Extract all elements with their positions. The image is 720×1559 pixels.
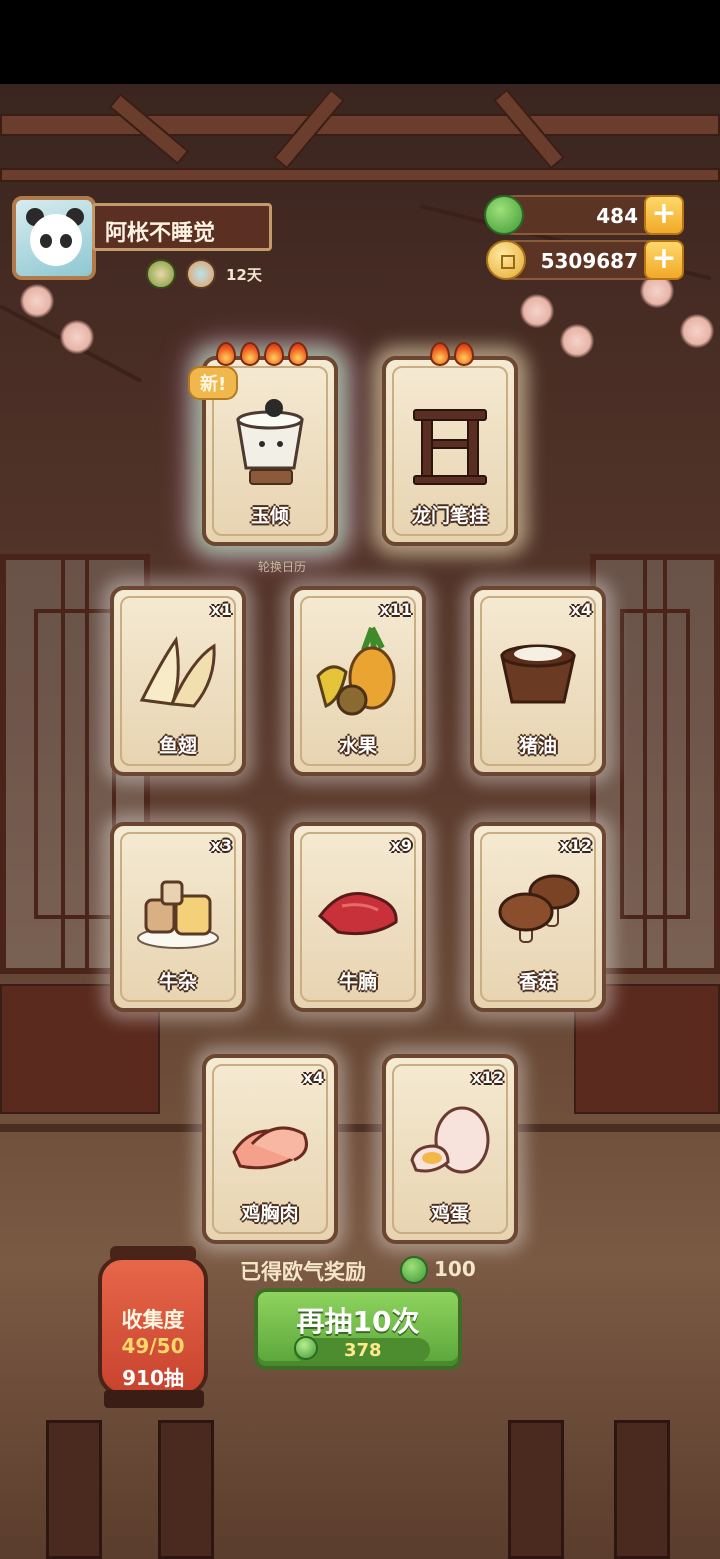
fence-post (46, 1420, 102, 1559)
card-name: 水果 (338, 735, 377, 757)
card-name: 牛腩 (338, 971, 377, 993)
coin-amount: 5309687 (540, 249, 638, 273)
brush-rack-icon (413, 409, 487, 485)
item-count: x4 (570, 600, 592, 619)
streak-days: 12天 (226, 266, 262, 284)
lard-bowl-icon (500, 644, 576, 704)
luck-reward-value: 100 (434, 1257, 476, 1281)
card-name: 鱼翅 (158, 735, 197, 757)
jade-icon (400, 1256, 428, 1284)
rarity-flames (430, 342, 478, 371)
pet-icon[interactable] (146, 259, 176, 289)
item-count: x9 (390, 836, 412, 855)
blossom (680, 314, 714, 348)
total-draws: 910抽 (122, 1366, 184, 1390)
item-count: x12 (471, 1068, 504, 1087)
beef-offal-icon (137, 880, 219, 949)
luck-reward-label: 已得欧气奖励 (240, 1260, 366, 1284)
fence-post (508, 1420, 564, 1559)
featured-card-yuqing[interactable]: 新! 玉倾 (188, 342, 338, 546)
roof-beam (0, 114, 720, 136)
add-jade-button[interactable]: + (644, 195, 684, 235)
rotation-calendar-label: 轮换日历 (258, 560, 307, 574)
blossom (520, 294, 554, 328)
item-card-lard[interactable]: x4 猪油 (470, 586, 606, 776)
avatar-eye (60, 234, 72, 248)
item-card-shiitake[interactable]: x12 香菇 (470, 822, 606, 1012)
jade-amount: 484 (596, 204, 638, 228)
collection-progress: 49/50 (121, 1334, 185, 1358)
card-name: 牛杂 (158, 971, 197, 993)
shark-fin-icon (139, 636, 216, 708)
player-name-bar[interactable]: 阿枨不睡觉 (92, 203, 272, 251)
streak-icon[interactable] (186, 259, 216, 289)
fruit-icon (316, 626, 396, 716)
item-card-fruit[interactable]: x11 水果 (290, 586, 426, 776)
item-card-brisket[interactable]: x9 牛腩 (290, 822, 426, 1012)
card-name: 鸡蛋 (430, 1203, 469, 1225)
egg-icon (410, 1106, 490, 1174)
item-card-shark-fin[interactable]: x1 鱼翅 (110, 586, 246, 776)
card-name: 猪油 (518, 735, 557, 757)
blossom (560, 324, 594, 358)
item-count: x4 (302, 1068, 324, 1087)
item-count: x11 (379, 600, 412, 619)
avatar-face (30, 214, 82, 266)
chicken-breast-icon (232, 1126, 308, 1170)
coin-icon (486, 240, 526, 280)
shiitake-icon (498, 874, 580, 943)
player-avatar[interactable] (12, 196, 96, 280)
brisket-icon (317, 892, 398, 936)
item-count: x3 (210, 836, 232, 855)
avatar-eye (40, 234, 52, 248)
collection-label: 收集度 (121, 1308, 185, 1332)
player-name: 阿枨不睡觉 (105, 221, 216, 246)
draw-button-label: 再抽10次 (296, 1305, 420, 1338)
featured-card-longmen[interactable]: 龙门笔挂 (382, 342, 518, 546)
card-name: 香菇 (518, 971, 557, 993)
draw-again-button[interactable]: 再抽10次 378 (254, 1288, 462, 1370)
floor-line (0, 1124, 720, 1132)
add-coin-button[interactable]: + (644, 240, 684, 280)
fence-post (614, 1420, 670, 1559)
card-name: 鸡胸肉 (241, 1203, 299, 1225)
item-count: x12 (559, 836, 592, 855)
card-name: 龙门笔挂 (411, 505, 488, 527)
draw-cost: 378 (344, 1340, 382, 1361)
collection-lantern[interactable]: 收集度 49/50 910抽 (98, 1256, 208, 1396)
blossom (20, 284, 54, 318)
jade-icon (484, 195, 524, 235)
jade-icon (294, 1336, 318, 1360)
item-card-chicken-breast[interactable]: x4 鸡胸肉 (202, 1054, 338, 1244)
window-lattice-right (590, 554, 720, 974)
item-count: x1 (210, 600, 232, 619)
roof-beam (0, 168, 720, 182)
fence-post (158, 1420, 214, 1559)
item-card-egg[interactable]: x12 鸡蛋 (382, 1054, 518, 1244)
blossom (60, 320, 94, 354)
lantern-base (104, 1390, 204, 1408)
card-name: 玉倾 (250, 505, 289, 527)
jade-cup-icon (236, 399, 304, 485)
item-card-beef-offal[interactable]: x3 牛杂 (110, 822, 246, 1012)
